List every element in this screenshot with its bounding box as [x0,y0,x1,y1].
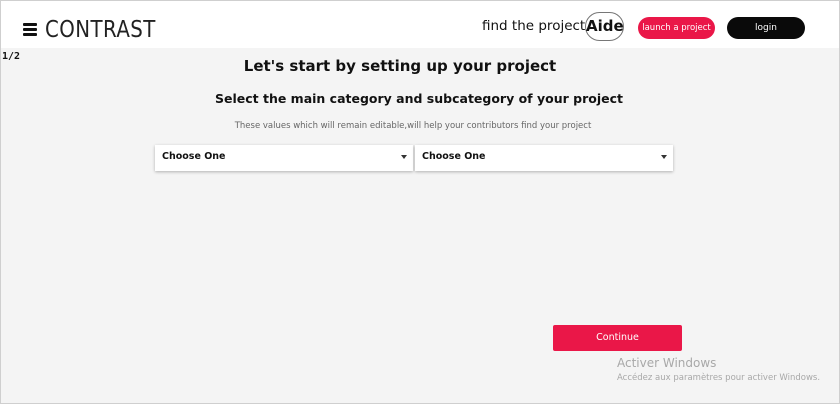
hamburger-menu-icon[interactable] [23,23,37,36]
aide-button[interactable]: Aide [585,12,624,41]
page-subtitle: Select the main category and subcategory… [215,91,623,106]
category-select-value: Choose One [162,151,226,162]
brand-logo[interactable]: CONTRAST [45,16,156,44]
top-navbar: CONTRAST find the projects Aide launch a… [1,3,839,48]
login-button[interactable]: login [727,17,805,39]
page-title: Let's start by setting up your project [243,57,557,75]
windows-activation-watermark-subtitle: Accédez aux paramètres pour activer Wind… [617,373,821,383]
subcategory-select[interactable]: Choose One [415,145,673,171]
find-projects-link[interactable]: find the projects [482,18,592,34]
subcategory-select-value: Choose One [422,151,486,162]
continue-button[interactable]: Continue [553,325,682,351]
launch-project-button[interactable]: launch a project [638,17,715,39]
windows-activation-watermark-title: Activer Windows [617,356,717,370]
chevron-down-icon [401,155,407,159]
chevron-down-icon [661,155,667,159]
project-setup-panel: 1/2 Let's start by setting up your proje… [1,48,839,403]
category-select[interactable]: Choose One [155,145,413,171]
helper-text: These values which will remain editable,… [234,121,592,131]
